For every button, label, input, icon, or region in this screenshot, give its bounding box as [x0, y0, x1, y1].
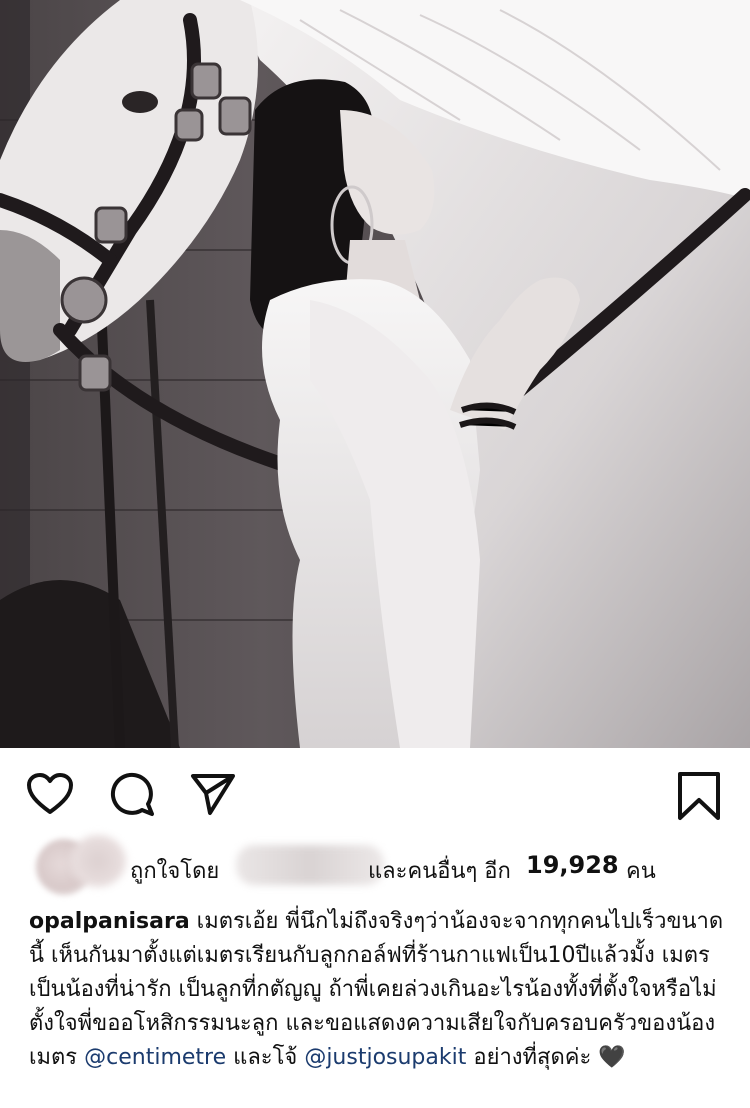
post-action-bar [0, 748, 750, 843]
heart-icon[interactable] [26, 772, 74, 816]
caption-text: และโจ้ [226, 1045, 305, 1070]
post-photo-illustration [0, 0, 750, 748]
caption-text: อย่างที่สุดค่ะ [466, 1045, 599, 1070]
blurred-liker-name[interactable] [236, 845, 384, 885]
black-heart-emoji: 🖤 [598, 1045, 626, 1070]
likes-suffix: และคนอื่นๆ อีก [368, 859, 511, 884]
likes-count[interactable]: 19,928 [526, 851, 619, 879]
bookmark-icon[interactable] [676, 770, 722, 822]
avatar [70, 835, 126, 887]
caption-mention[interactable]: @justjosupakit [304, 1045, 466, 1070]
caption-username[interactable]: opalpanisara [29, 909, 190, 934]
likes-prefix: ถูกใจโดย [130, 859, 220, 884]
caption-mention[interactable]: @centimetre [84, 1045, 226, 1070]
post-caption: opalpanisara เมตรเอ้ย พี่นึกไม่ถึงจริงๆว… [29, 905, 729, 1075]
comment-icon[interactable] [108, 770, 156, 818]
share-icon[interactable] [190, 772, 236, 816]
likes-unit: คน [626, 859, 656, 884]
likes-row: ถูกใจโดย และคนอื่นๆ อีก 19,928 คน [0, 833, 750, 903]
liker-avatars[interactable] [30, 833, 126, 895]
post-image[interactable] [0, 0, 750, 748]
